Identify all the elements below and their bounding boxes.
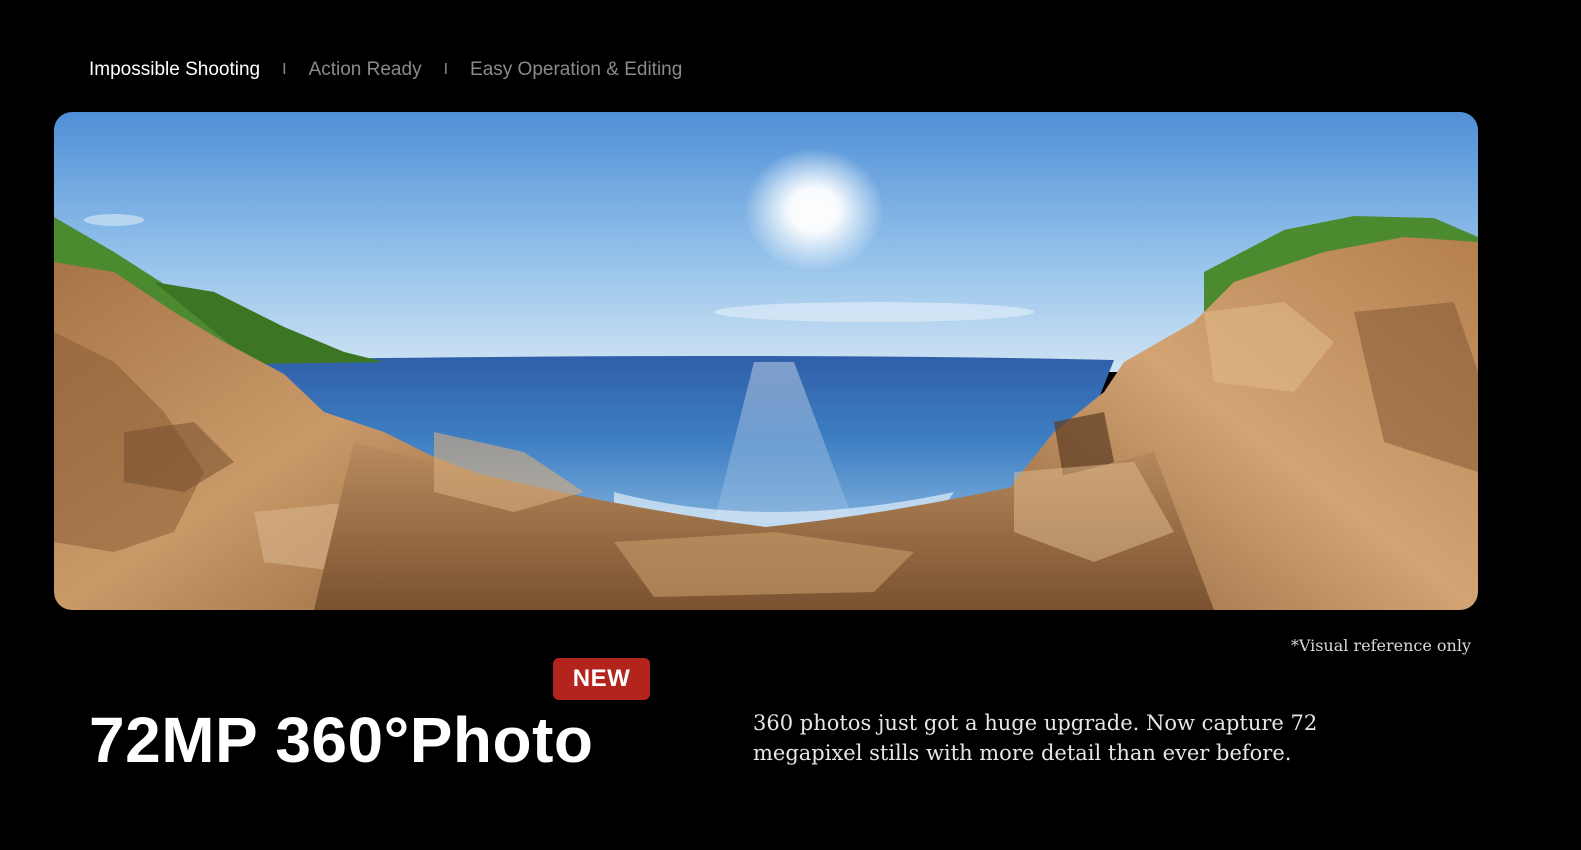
- new-badge: NEW: [553, 658, 650, 700]
- panorama-photo: [54, 112, 1478, 610]
- visual-reference-disclaimer: *Visual reference only: [1290, 636, 1471, 655]
- tab-easy-operation-editing[interactable]: Easy Operation & Editing: [470, 57, 682, 83]
- tab-separator: I: [443, 61, 449, 78]
- feature-description: 360 photos just got a huge upgrade. Now …: [753, 711, 1318, 765]
- tab-action-ready[interactable]: Action Ready: [309, 57, 422, 83]
- headline: 72MP 360°Photo: [89, 704, 594, 776]
- tab-impossible-shooting[interactable]: Impossible Shooting: [89, 57, 260, 83]
- tab-separator: I: [282, 61, 287, 78]
- feature-tabs: Impossible Shooting I Action Ready I Eas…: [89, 57, 682, 83]
